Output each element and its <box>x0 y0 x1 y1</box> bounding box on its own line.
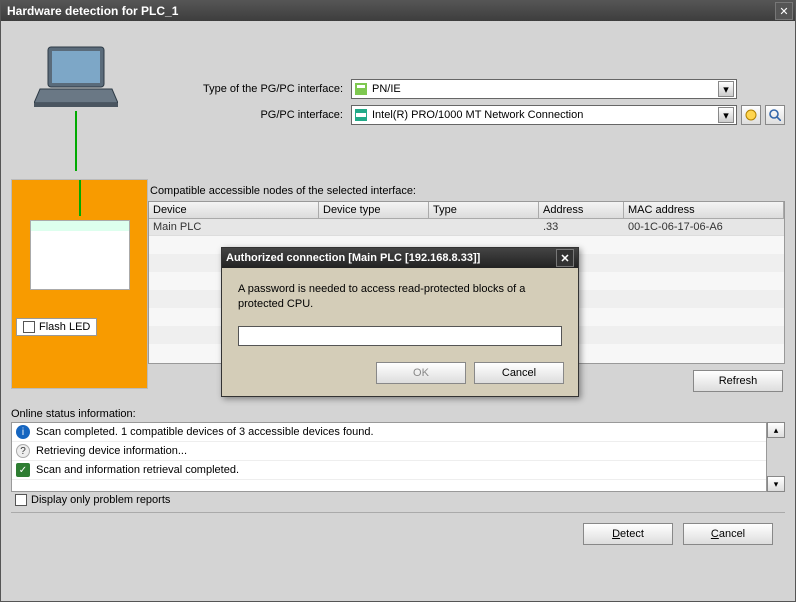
dialog-message: A password is needed to access read-prot… <box>238 282 562 312</box>
dialog-titlebar: Authorized connection [Main PLC [192.168… <box>222 248 578 268</box>
modal-overlay: Authorized connection [Main PLC [192.168… <box>1 21 795 601</box>
auth-dialog: Authorized connection [Main PLC [192.168… <box>221 247 579 397</box>
hardware-detection-window: Hardware detection for PLC_1 ✕ Type of t… <box>0 0 796 602</box>
close-icon[interactable]: ✕ <box>556 249 574 267</box>
window-content: Type of the PG/PC interface: PN/IE ▾ PG/… <box>1 21 795 601</box>
cancel-button[interactable]: Cancel <box>474 362 564 384</box>
window-title: Hardware detection for PLC_1 <box>3 4 775 18</box>
ok-button[interactable]: OK <box>376 362 466 384</box>
dialog-body: A password is needed to access read-prot… <box>222 268 578 352</box>
password-input[interactable] <box>238 326 562 346</box>
dialog-title: Authorized connection [Main PLC [192.168… <box>226 252 556 264</box>
dialog-buttons: OK Cancel <box>222 352 578 396</box>
close-icon[interactable]: ✕ <box>775 2 793 20</box>
window-titlebar: Hardware detection for PLC_1 ✕ <box>1 1 795 21</box>
